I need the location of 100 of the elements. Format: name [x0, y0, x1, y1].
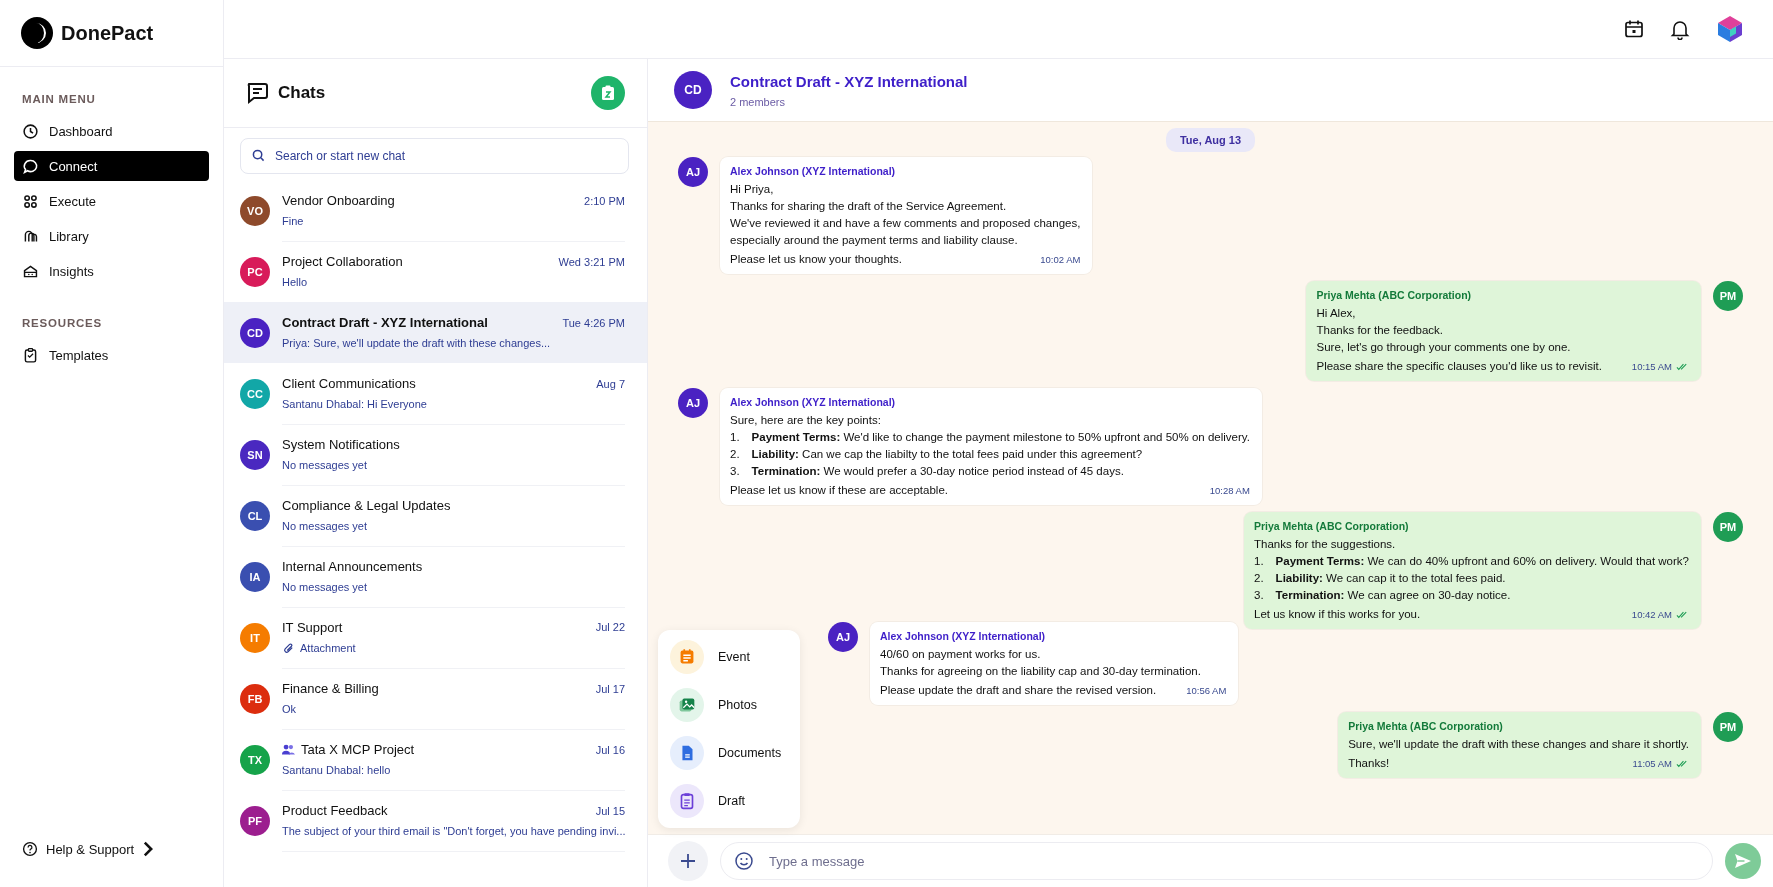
chat-preview: No messages yet [282, 459, 367, 471]
nav-item[interactable]: Insights [14, 256, 209, 286]
message-text: Please let us know if these are acceptable. [730, 483, 948, 498]
chat-name: Client Communications [282, 376, 417, 391]
add-button[interactable] [668, 841, 708, 881]
nav-item[interactable]: Execute [14, 186, 209, 216]
chat-avatar: VO [240, 195, 270, 226]
group-avatar: CD [674, 71, 712, 109]
message-text: We've reviewed it and have a few comments and proposed changes, [730, 216, 1081, 231]
clipboard-icon [599, 84, 617, 102]
user-avatar: AJ [828, 622, 858, 652]
chat-avatar: FB [240, 683, 270, 714]
chat-time: Jul 22 [595, 621, 625, 633]
chat-bubble-icon [22, 157, 39, 175]
four-circles-icon [22, 192, 39, 210]
chat-item[interactable]: VO Vendor Onboarding 2:10 PM Fine [224, 180, 647, 241]
new-chat-button[interactable] [591, 76, 625, 110]
paperclip-icon [282, 641, 295, 655]
brand-name: DonePact [61, 21, 154, 45]
chat-item[interactable]: CD Contract Draft - XYZ International Tue 4:26 PM Priya: Sure, we'll update the draft with these changes... [224, 302, 647, 363]
chat-item[interactable]: PF Product Feedback Jul 15 The subject of your third email is "Don't forget, you have pending invi... [224, 790, 647, 851]
message-text: Thanks for the suggestions. [1254, 537, 1397, 552]
chat-preview: Fine [282, 215, 304, 227]
menu-item[interactable]: Draft [670, 784, 788, 818]
chat-avatar: IA [240, 561, 270, 592]
chat-time: Jul 17 [595, 682, 625, 695]
chat-item[interactable]: CC Client Communications Aug 7 Santanu Dhabal: Hi Everyone [224, 363, 647, 424]
send-icon [1733, 851, 1753, 871]
nav-item[interactable]: Dashboard [14, 116, 209, 146]
chat-avatar: TX [240, 744, 270, 775]
help-icon [22, 841, 38, 857]
chat-item[interactable]: IA Internal Announcements No messages yet [224, 546, 647, 607]
chat-name: Contract Draft - XYZ International [282, 315, 489, 330]
bell-icon[interactable] [1669, 18, 1691, 40]
chat-preview: No messages yet [282, 581, 367, 593]
message-text: Thanks! [1348, 756, 1390, 771]
cube-icon[interactable] [1715, 14, 1745, 44]
chat-name: Vendor Onboarding [282, 193, 396, 208]
chat-time: 2:10 PM [584, 194, 625, 207]
chat-time: Aug 7 [596, 377, 625, 390]
nav-item[interactable]: Library [14, 221, 209, 251]
message-text: Please share the specific clauses you'd like us to revisit. [1316, 359, 1602, 374]
chat-item[interactable]: SN System Notifications No messages yet [224, 424, 647, 485]
user-avatar: AJ [678, 157, 708, 187]
chat-avatar: PF [240, 805, 270, 836]
chat-preview: Santanu Dhabal: Hi Everyone [282, 398, 427, 410]
panel-title: Chats [278, 83, 327, 103]
sender-name: Alex Johnson (XYZ International) [880, 629, 1047, 644]
sender-name: Alex Johnson (XYZ International) [730, 164, 897, 179]
chat-avatar: CL [240, 500, 270, 531]
chat-name: Project Collaboration [282, 254, 404, 269]
menu-item[interactable]: Photos [670, 688, 788, 722]
message-text: Thanks for agreeing on the liability cap and 30-day termination. [880, 664, 1202, 679]
user-avatar: PM [1713, 712, 1743, 742]
chat-item[interactable]: IT IT Support Jul 22 Attachment [224, 607, 647, 668]
chat-preview: The subject of your third email is "Don't forget, you have pending invi... [282, 825, 626, 837]
chat-time: Wed 3:21 PM [558, 255, 625, 268]
chat-avatar: IT [240, 622, 270, 653]
chat-name: Tata X MCP Project [301, 742, 416, 757]
chat-name: Product Feedback [282, 803, 389, 818]
menu-item[interactable]: Event [670, 640, 788, 674]
chat-item[interactable]: FB Finance & Billing Jul 17 Ok [224, 668, 647, 729]
message-text: especially around the payment terms and liability clause. [730, 233, 1019, 248]
chat-name: Internal Announcements [282, 559, 424, 574]
help-link[interactable]: Help & Support [46, 841, 157, 857]
message-input[interactable]: Type a message [720, 842, 1713, 880]
chat-preview: Santanu Dhabal: hello [282, 764, 391, 776]
message-time: 10:15 AM [1631, 358, 1689, 375]
chat-avatar: CC [240, 378, 270, 409]
message-text: Thanks for the feedback. [1316, 323, 1445, 338]
conversation-title: Contract Draft - XYZ International [730, 72, 968, 90]
chat-preview: No messages yet [282, 520, 367, 532]
chat-preview: Hello [282, 276, 308, 288]
menu-item[interactable]: Documents [670, 736, 788, 770]
plus-icon [678, 851, 698, 871]
message-time: 10:28 AM [1209, 484, 1250, 498]
sender-name: Priya Mehta (ABC Corporation) [1316, 288, 1473, 303]
message-text: Sure, let's go through your comments one by one. [1316, 340, 1572, 355]
list-item: 3. Termination: We would prefer a 30-day notice period instead of 45 days. [730, 464, 1125, 479]
calendar-icon[interactable] [1623, 18, 1645, 40]
nav-item[interactable]: Templates [14, 340, 209, 370]
section-title: MAIN MENU [21, 92, 97, 107]
chat-time: Jul 15 [595, 804, 625, 817]
search-field[interactable]: Search or start new chat [240, 138, 629, 174]
logo-icon [21, 17, 53, 49]
chat-item[interactable]: TX Tata X MCP Project Jul 16 Santanu Dhabal: hello [224, 729, 647, 790]
section-title: RESOURCES [21, 316, 104, 331]
nav-item[interactable]: Connect [14, 151, 209, 181]
chat-preview: Priya: Sure, we'll update the draft with these changes... [282, 337, 551, 349]
message-text: 40/60 on payment works for us. [880, 647, 1042, 662]
chat-time: Tue 4:26 PM [562, 316, 625, 329]
user-avatar: PM [1713, 281, 1743, 311]
chat-name: Compliance & Legal Updates [282, 498, 452, 513]
message-text: Thanks for sharing the draft of the Service Agreement. [730, 199, 1008, 214]
list-item: 1. Payment Terms: We can do 40% upfront and 60% on delivery. Would that work? [1254, 554, 1689, 569]
list-item: 2. Liability: We can cap it to the total fees paid. [1254, 571, 1507, 586]
chat-name: Finance & Billing [282, 681, 380, 696]
message-time: 10:02 AM [1040, 253, 1081, 267]
chat-item[interactable]: CL Compliance & Legal Updates No messages yet [224, 485, 647, 546]
message-time: 10:56 AM [1186, 684, 1227, 698]
